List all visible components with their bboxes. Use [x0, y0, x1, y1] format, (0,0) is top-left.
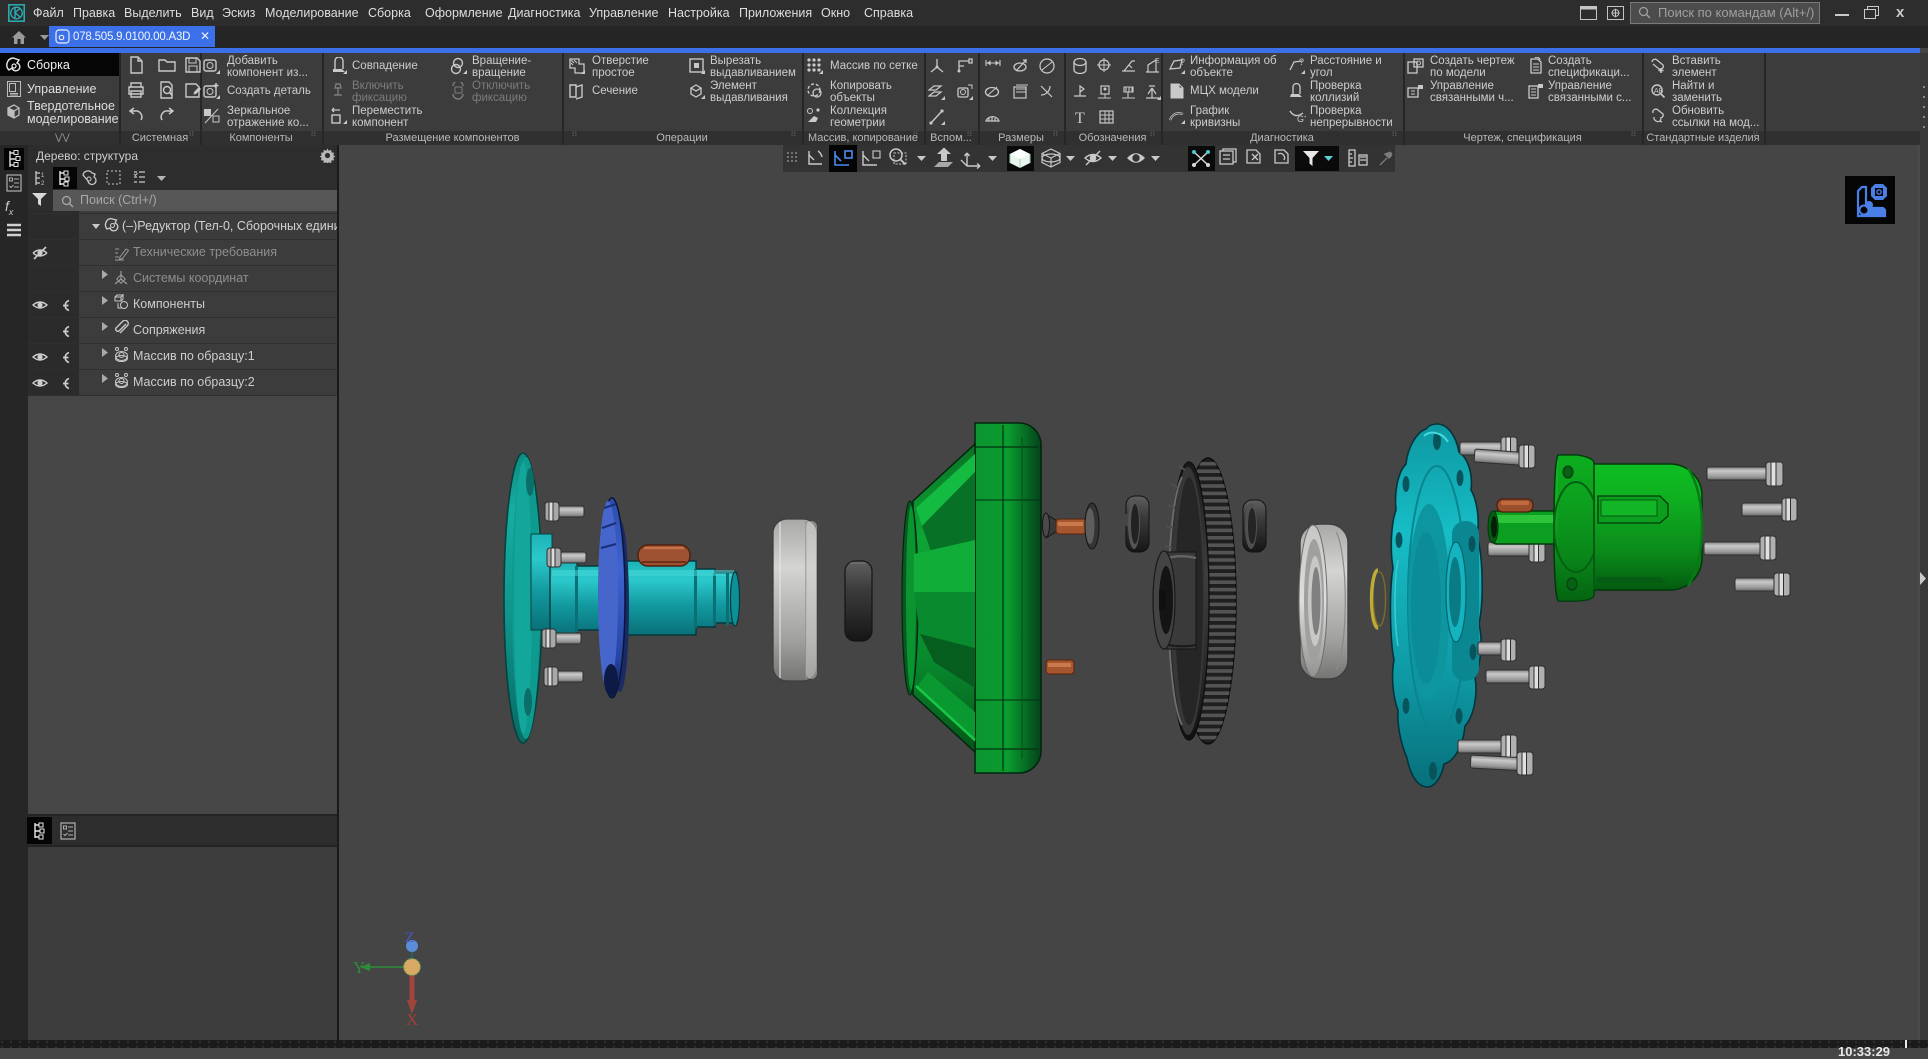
svg-text:E: E [1155, 58, 1160, 65]
svg-text:2: 2 [41, 181, 45, 187]
svg-text:X: X [406, 1010, 418, 1025]
svg-text:?: ? [1299, 57, 1304, 67]
svg-text:Y: Y [353, 958, 365, 977]
svg-text:?: ? [1180, 57, 1185, 67]
svg-text:1: 1 [41, 173, 45, 179]
svg-text:AB: AB [1654, 88, 1664, 95]
svg-text:G?: G? [1297, 114, 1306, 124]
svg-text:Z: Z [405, 930, 414, 946]
svg-text:T: T [1075, 110, 1085, 126]
